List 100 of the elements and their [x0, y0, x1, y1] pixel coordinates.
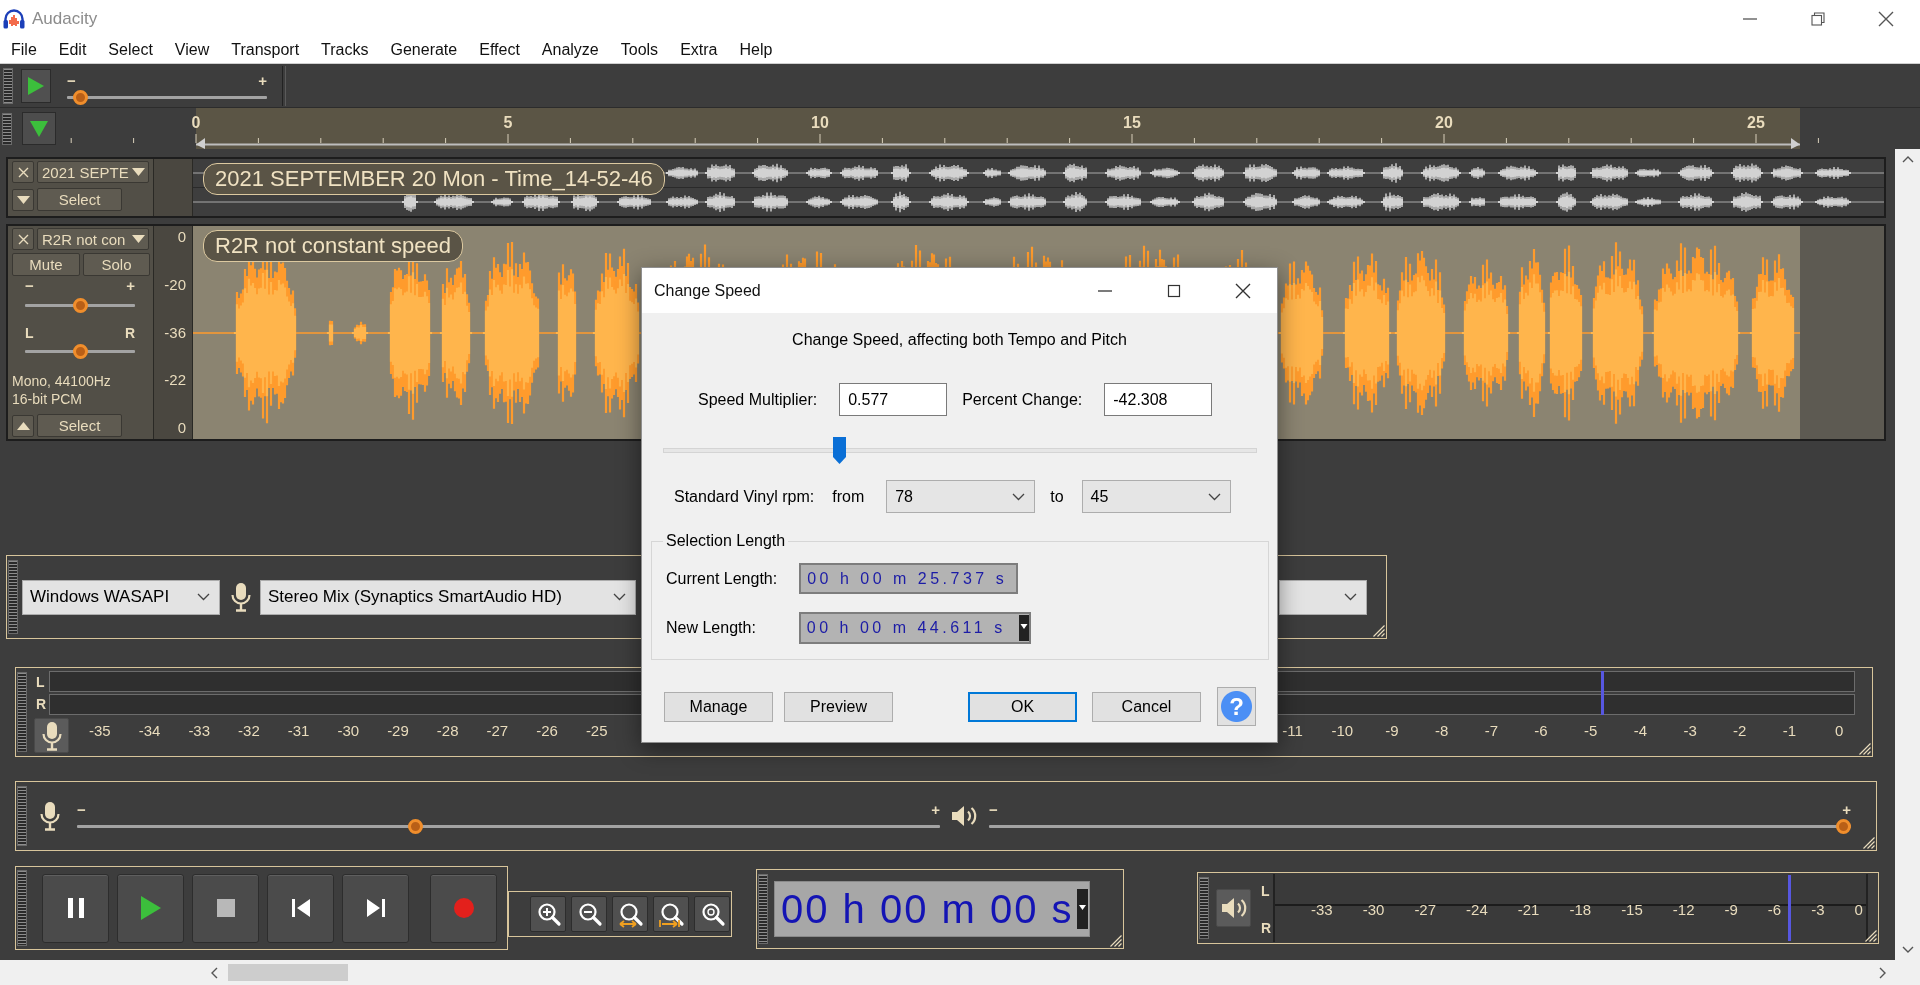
from-rpm-dropdown[interactable]: 78 — [886, 480, 1036, 513]
slider-min-label: − — [989, 802, 998, 817]
microphone-icon — [40, 720, 63, 751]
close-icon — [1234, 282, 1251, 299]
meter-scale-label: -31 — [287, 722, 310, 740]
microphone-icon — [230, 582, 252, 612]
chevron-left-icon — [210, 966, 219, 979]
meter-scale-label: -12 — [1672, 900, 1695, 919]
play-button[interactable] — [117, 873, 184, 943]
triangle-down-icon — [30, 120, 48, 137]
meter-scale-label: -4 — [1633, 722, 1648, 740]
headphones-logo-icon — [3, 8, 25, 29]
timeline-options-button[interactable] — [22, 112, 56, 145]
expand-button[interactable] — [12, 188, 34, 211]
dialog-button[interactable]: Cancel — [1092, 691, 1201, 722]
resize-grip-icon[interactable] — [1862, 836, 1875, 849]
recording-device-dropdown[interactable]: Stereo Mix (Synaptics SmartAudio HD) — [260, 579, 636, 615]
solo-button[interactable]: Solo — [83, 253, 150, 276]
fit-project-button[interactable] — [653, 896, 689, 932]
menu-item[interactable]: Transport — [220, 39, 311, 61]
speed-multiplier-field[interactable]: 0.577 — [839, 383, 948, 416]
speaker-icon — [950, 803, 978, 829]
dialog-button[interactable]: Manage — [664, 691, 773, 722]
menu-item[interactable]: Effect — [468, 39, 531, 61]
skip-to-end-icon — [364, 897, 387, 919]
maximize-icon — [1166, 283, 1181, 298]
resize-grip-icon[interactable] — [1858, 742, 1871, 755]
slider-thumb[interactable] — [72, 90, 88, 105]
meter-scale-label: -8 — [1435, 722, 1449, 740]
close-track-button[interactable] — [12, 161, 34, 183]
menu-item[interactable]: Tools — [609, 39, 670, 61]
vertical-scrollbar[interactable] — [1895, 149, 1920, 960]
toolbar-grip[interactable] — [2, 112, 12, 145]
menu-item[interactable]: Analyze — [530, 39, 610, 61]
dropdown-field[interactable] — [1279, 579, 1367, 615]
record-button[interactable] — [430, 873, 497, 943]
meter-scale-label: -6 — [1767, 900, 1782, 919]
slider-thumb[interactable] — [407, 818, 423, 834]
toolbar-grip[interactable] — [8, 560, 18, 634]
pause-button[interactable] — [42, 873, 109, 943]
select-button[interactable]: Select — [37, 188, 122, 211]
toolbar-grip[interactable] — [17, 870, 27, 946]
zoom-in-button[interactable] — [530, 896, 566, 932]
meter-scale-label: -11 — [1282, 722, 1303, 740]
scale-label: -20 — [164, 275, 186, 294]
menu-item[interactable]: Generate — [379, 39, 469, 61]
meter-scale-label: -33 — [1311, 900, 1333, 919]
play-at-speed-button[interactable] — [21, 68, 51, 103]
track-name-menu[interactable]: R2R not con — [37, 228, 149, 250]
percent-change-field[interactable]: -42.308 — [1104, 383, 1213, 416]
slider-thumb[interactable] — [1836, 818, 1851, 834]
resize-grip-icon[interactable] — [1864, 929, 1877, 942]
triangle-up-icon — [16, 421, 30, 430]
toolbar-grip[interactable] — [1199, 877, 1209, 939]
skip-to-start-button[interactable] — [267, 873, 334, 943]
menu-item[interactable]: Tracks — [310, 39, 380, 61]
menu-item[interactable]: Edit — [47, 39, 98, 61]
menu-item[interactable]: File — [0, 39, 48, 61]
meter-scale-label: -26 — [536, 722, 558, 740]
resize-grip-icon[interactable] — [1372, 624, 1385, 637]
slider-thumb[interactable] — [72, 344, 88, 359]
zoom-toggle-button[interactable] — [694, 896, 730, 932]
track-name-menu[interactable]: 2021 SEPTE — [37, 161, 149, 183]
skip-to-end-button[interactable] — [342, 873, 409, 943]
ruler-label: 15 — [1123, 114, 1141, 132]
toolbar-grip[interactable] — [3, 67, 13, 104]
meter-scale-label: -3 — [1683, 722, 1697, 740]
collapse-button[interactable] — [12, 414, 34, 437]
speaker-button[interactable] — [1216, 889, 1251, 927]
channel-label: R — [1261, 920, 1273, 936]
resize-grip-icon[interactable] — [1109, 934, 1122, 947]
microphone-button[interactable] — [34, 718, 69, 753]
chevron-up-icon — [1901, 155, 1914, 164]
host-dropdown[interactable]: Windows WASAPI — [22, 579, 220, 615]
select-button[interactable]: Select — [37, 414, 122, 437]
toolbar-grip[interactable] — [17, 786, 27, 846]
dialog-button[interactable]: OK — [968, 691, 1077, 722]
dialog-button[interactable]: Preview — [784, 691, 893, 722]
current-length-field[interactable]: 00 h 00 m 25.737 s — [799, 563, 1019, 594]
slider-thumb[interactable] — [832, 435, 848, 465]
new-length-field[interactable]: 00 h 00 m 44.611 s — [798, 612, 1031, 644]
meter-scale-label: -27 — [1414, 900, 1437, 919]
slider-thumb[interactable] — [72, 298, 88, 313]
horizontal-scrollbar[interactable] — [0, 960, 1920, 985]
magnifier-arrow-icon — [657, 900, 685, 928]
menu-item[interactable]: Extra — [669, 39, 729, 61]
menu-item[interactable]: Select — [97, 39, 164, 61]
stop-button[interactable] — [192, 873, 259, 943]
close-track-button[interactable] — [12, 228, 34, 250]
zoom-out-button[interactable] — [571, 896, 607, 932]
menu-item[interactable]: View — [163, 39, 221, 61]
scrollbar-thumb[interactable] — [228, 964, 348, 981]
toolbar-grip[interactable] — [758, 874, 768, 944]
mute-button[interactable]: Mute — [12, 253, 80, 276]
toolbar-grip[interactable] — [17, 672, 27, 752]
menu-item[interactable]: Help — [728, 39, 784, 61]
time-display[interactable]: 00 h 00 m 00 s — [774, 881, 1090, 937]
slider-max-label: + — [1842, 802, 1851, 817]
fit-selection-button[interactable] — [612, 896, 648, 932]
to-rpm-dropdown[interactable]: 45 — [1081, 480, 1231, 513]
